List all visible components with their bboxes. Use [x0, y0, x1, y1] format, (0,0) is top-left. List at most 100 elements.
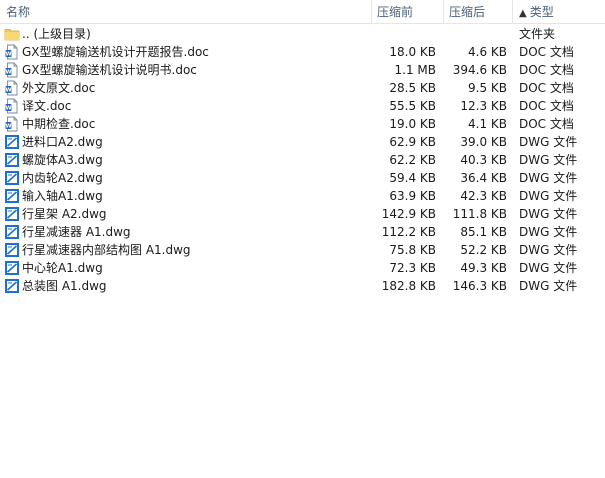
- file-type: DWG 文件: [519, 243, 578, 257]
- dwg-icon: [4, 170, 20, 186]
- file-name: 行星减速器 A1.dwg: [22, 225, 131, 239]
- size-before: 182.8 KB: [381, 279, 436, 293]
- header-compressed-before[interactable]: 压缩前: [377, 0, 413, 24]
- size-after: 39.0 KB: [460, 135, 507, 149]
- doc-icon: W: [4, 98, 20, 114]
- file-type: DOC 文档: [519, 99, 574, 113]
- svg-text:W: W: [5, 70, 11, 76]
- file-row[interactable]: 行星减速器内部结构图 A1.dwg 75.8 KB 52.2 KB DWG 文件: [0, 241, 605, 259]
- size-before: 142.9 KB: [381, 207, 436, 221]
- file-type: DWG 文件: [519, 207, 578, 221]
- file-row[interactable]: 内齿轮A2.dwg 59.4 KB 36.4 KB DWG 文件: [0, 169, 605, 187]
- dwg-icon: [4, 188, 20, 204]
- file-name: .. (上级目录): [22, 27, 91, 41]
- dwg-icon: [4, 224, 20, 240]
- file-type: DWG 文件: [519, 135, 578, 149]
- file-row[interactable]: 中心轮A1.dwg 72.3 KB 49.3 KB DWG 文件: [0, 259, 605, 277]
- header-compressed-after[interactable]: 压缩后: [449, 0, 485, 24]
- size-before: 72.3 KB: [389, 261, 436, 275]
- size-after: 40.3 KB: [460, 153, 507, 167]
- size-after: 36.4 KB: [460, 171, 507, 185]
- file-name: 中期检查.doc: [22, 117, 96, 131]
- file-row[interactable]: 行星架 A2.dwg 142.9 KB 111.8 KB DWG 文件: [0, 205, 605, 223]
- folder-icon: [4, 26, 20, 42]
- size-before: 62.9 KB: [389, 135, 436, 149]
- size-after: 394.6 KB: [452, 63, 507, 77]
- dwg-icon: [4, 134, 20, 150]
- size-after: 52.2 KB: [460, 243, 507, 257]
- size-after: 9.5 KB: [468, 81, 507, 95]
- column-divider[interactable]: [371, 0, 372, 24]
- file-row[interactable]: 输入轴A1.dwg 63.9 KB 42.3 KB DWG 文件: [0, 187, 605, 205]
- header-type[interactable]: ▲ 类型: [519, 0, 554, 24]
- file-name: 译文.doc: [22, 99, 72, 113]
- svg-text:W: W: [5, 88, 11, 94]
- dwg-icon: [4, 260, 20, 276]
- dwg-icon: [4, 152, 20, 168]
- file-row[interactable]: W GX型螺旋输送机设计开题报告.doc 18.0 KB 4.6 KB DOC 文档: [0, 43, 605, 61]
- column-header: 名称 压缩前 压缩后 ▲ 类型: [0, 0, 605, 24]
- file-type: DWG 文件: [519, 279, 578, 293]
- file-name: GX型螺旋输送机设计说明书.doc: [22, 63, 197, 77]
- column-divider[interactable]: [443, 0, 444, 24]
- size-before: 112.2 KB: [381, 225, 436, 239]
- file-row[interactable]: W GX型螺旋输送机设计说明书.doc 1.1 MB 394.6 KB DOC 文档: [0, 61, 605, 79]
- dwg-icon: [4, 242, 20, 258]
- svg-text:W: W: [5, 124, 11, 130]
- svg-text:W: W: [5, 106, 11, 112]
- size-before: 28.5 KB: [389, 81, 436, 95]
- header-type-label: 类型: [529, 5, 554, 19]
- size-before: 18.0 KB: [389, 45, 436, 59]
- doc-icon: W: [4, 80, 20, 96]
- size-after: 12.3 KB: [460, 99, 507, 113]
- file-row[interactable]: W 中期检查.doc 19.0 KB 4.1 KB DOC 文档: [0, 115, 605, 133]
- file-name: 总装图 A1.dwg: [22, 279, 107, 293]
- dwg-icon: [4, 206, 20, 222]
- file-type: DWG 文件: [519, 171, 578, 185]
- file-name: 内齿轮A2.dwg: [22, 171, 103, 185]
- file-name: 行星减速器内部结构图 A1.dwg: [22, 243, 191, 257]
- file-row[interactable]: 总装图 A1.dwg 182.8 KB 146.3 KB DWG 文件: [0, 277, 605, 295]
- doc-icon: W: [4, 44, 20, 60]
- file-name: 中心轮A1.dwg: [22, 261, 103, 275]
- header-name[interactable]: 名称: [6, 0, 30, 24]
- size-after: 49.3 KB: [460, 261, 507, 275]
- file-type: DOC 文档: [519, 45, 574, 59]
- size-before: 19.0 KB: [389, 117, 436, 131]
- size-after: 85.1 KB: [460, 225, 507, 239]
- file-name: 外文原文.doc: [22, 81, 96, 95]
- file-row[interactable]: 行星减速器 A1.dwg 112.2 KB 85.1 KB DWG 文件: [0, 223, 605, 241]
- file-row[interactable]: 螺旋体A3.dwg 62.2 KB 40.3 KB DWG 文件: [0, 151, 605, 169]
- file-type: DWG 文件: [519, 189, 578, 203]
- size-before: 59.4 KB: [389, 171, 436, 185]
- size-before: 1.1 MB: [394, 63, 436, 77]
- file-type: DOC 文档: [519, 81, 574, 95]
- file-type: DOC 文档: [519, 63, 574, 77]
- size-before: 63.9 KB: [389, 189, 436, 203]
- dwg-icon: [4, 278, 20, 294]
- file-name: GX型螺旋输送机设计开题报告.doc: [22, 45, 209, 59]
- size-before: 62.2 KB: [389, 153, 436, 167]
- sort-ascending-icon: ▲: [519, 8, 527, 19]
- svg-text:W: W: [5, 52, 11, 58]
- column-divider[interactable]: [512, 0, 513, 24]
- file-type: DOC 文档: [519, 117, 574, 131]
- size-after: 146.3 KB: [452, 279, 507, 293]
- file-row[interactable]: W 译文.doc 55.5 KB 12.3 KB DOC 文档: [0, 97, 605, 115]
- file-list: .. (上级目录) 文件夹 W GX型螺旋输送机设计开题报告.doc 18.0 KB 4.…: [0, 25, 605, 295]
- doc-icon: W: [4, 62, 20, 78]
- size-after: 42.3 KB: [460, 189, 507, 203]
- file-row[interactable]: 进料口A2.dwg 62.9 KB 39.0 KB DWG 文件: [0, 133, 605, 151]
- size-after: 4.1 KB: [468, 117, 507, 131]
- file-type: DWG 文件: [519, 153, 578, 167]
- size-after: 4.6 KB: [468, 45, 507, 59]
- size-before: 55.5 KB: [389, 99, 436, 113]
- size-before: 75.8 KB: [389, 243, 436, 257]
- file-row[interactable]: W 外文原文.doc 28.5 KB 9.5 KB DOC 文档: [0, 79, 605, 97]
- file-type: DWG 文件: [519, 225, 578, 239]
- file-type: 文件夹: [519, 27, 556, 41]
- file-name: 输入轴A1.dwg: [22, 189, 103, 203]
- size-after: 111.8 KB: [452, 207, 507, 221]
- file-name: 螺旋体A3.dwg: [22, 153, 103, 167]
- file-row[interactable]: .. (上级目录) 文件夹: [0, 25, 605, 43]
